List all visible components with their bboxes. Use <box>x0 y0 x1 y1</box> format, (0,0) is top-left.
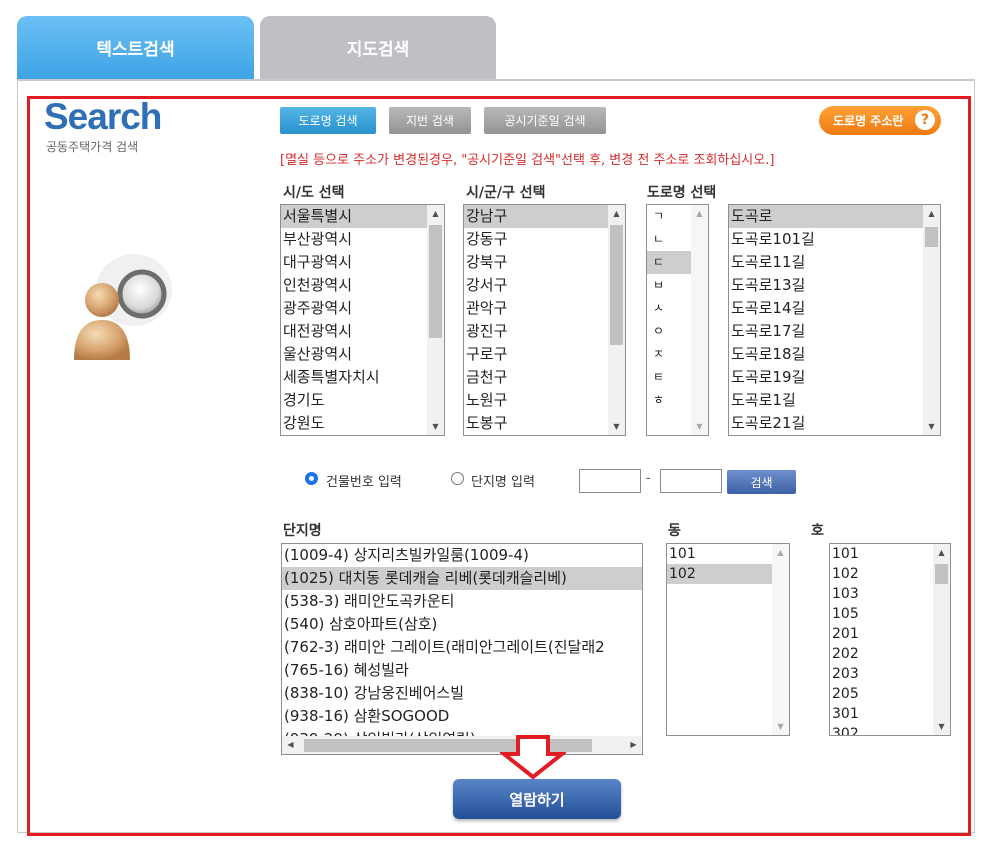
panel-top-border <box>17 79 975 81</box>
tab-map-search[interactable]: 지도검색 <box>260 16 496 79</box>
highlight-frame <box>27 96 971 836</box>
tab-text-search[interactable]: 텍스트검색 <box>17 16 254 79</box>
